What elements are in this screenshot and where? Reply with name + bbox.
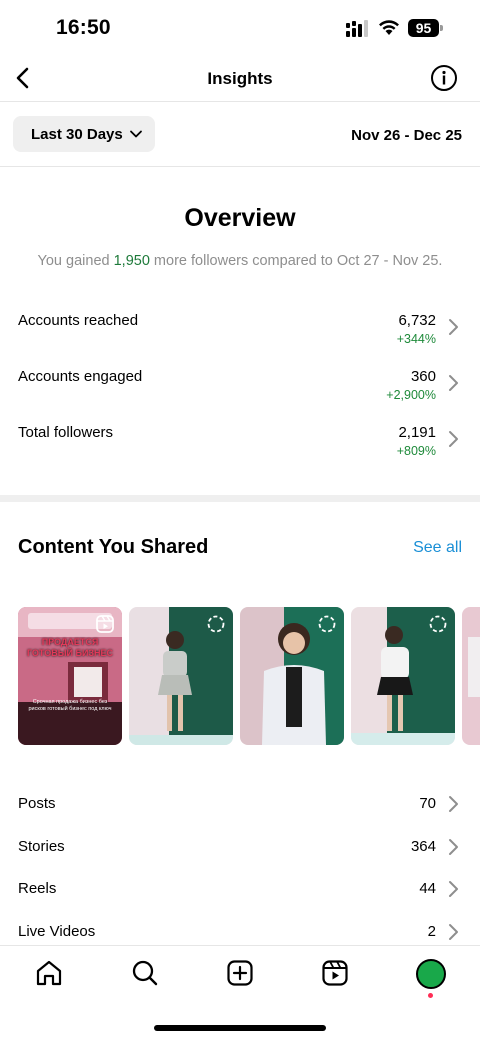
chevron-down-icon: [129, 130, 142, 138]
count-label: Live Videos: [18, 923, 96, 940]
home-icon[interactable]: [34, 958, 64, 988]
see-all-link[interactable]: See all: [413, 539, 462, 557]
wifi-icon: [379, 20, 399, 35]
page-title: Insights: [207, 69, 273, 88]
battery-tip: [440, 25, 443, 31]
bottom-tab-bar: [0, 945, 480, 1039]
chevron-right-icon: [449, 881, 458, 897]
date-range-dropdown-label: Last 30 Days: [31, 125, 123, 143]
battery-level: 95: [408, 19, 439, 37]
home-indicator: [154, 1025, 326, 1031]
promo-caption: Срочная продажа бизнес без рисков готовы…: [28, 699, 112, 712]
promo-headline: ПРОДАЕТСЯ ГОТОВЫЙ БИЗНЕС: [26, 637, 114, 658]
overview-summary-prefix: You gained: [37, 253, 114, 269]
count-value: 44: [419, 880, 436, 897]
metric-accounts-engaged[interactable]: Accounts engaged 360 +2,900%: [0, 368, 480, 408]
count-row-posts[interactable]: Posts 70: [0, 791, 480, 821]
chevron-right-icon: [449, 796, 458, 812]
story-loading-icon: [318, 615, 336, 633]
content-thumbnail-story[interactable]: [240, 607, 344, 745]
story-loading-icon: [207, 615, 225, 633]
date-range-dropdown[interactable]: Last 30 Days: [13, 116, 155, 152]
content-thumbnails: ПРОДАЕТСЯ ГОТОВЫЙ БИЗНЕС Срочная продажа…: [18, 607, 480, 745]
info-icon[interactable]: [430, 64, 458, 92]
content-thumbnail-story[interactable]: [129, 607, 233, 745]
count-row-stories[interactable]: Stories 364: [0, 834, 480, 864]
reels-icon: [96, 615, 114, 633]
status-bar: 16:50 95: [0, 0, 480, 56]
story-loading-icon: [429, 615, 447, 633]
count-value: 70: [419, 795, 436, 812]
metric-accounts-reached[interactable]: Accounts reached 6,732 +344%: [0, 312, 480, 352]
section-divider: [0, 495, 480, 502]
count-label: Posts: [18, 795, 56, 812]
status-time: 16:50: [56, 16, 111, 39]
content-shared-title: Content You Shared: [18, 536, 209, 558]
metric-label: Accounts reached: [18, 312, 139, 329]
chevron-right-icon: [449, 839, 458, 855]
battery-indicator: 95: [408, 19, 443, 37]
overview-summary-suffix: more followers compared to Oct 27 - Nov …: [149, 253, 443, 269]
count-value: 2: [427, 923, 436, 940]
chevron-right-icon: [449, 319, 458, 335]
content-thumbnail-story[interactable]: [351, 607, 455, 745]
overview-summary: You gained 1,950 more followers compared…: [0, 253, 480, 269]
chevron-right-icon: [449, 924, 458, 940]
overview-title: Overview: [184, 204, 296, 232]
metric-value: 2,191: [398, 424, 436, 441]
count-row-reels[interactable]: Reels 44: [0, 876, 480, 906]
count-label: Stories: [18, 838, 65, 855]
content-thumbnail-story[interactable]: [462, 607, 480, 745]
count-label: Reels: [18, 880, 57, 897]
metric-total-followers[interactable]: Total followers 2,191 +809%: [0, 424, 480, 464]
cellular-signal-icon: [346, 20, 368, 37]
metric-change: +2,900%: [386, 388, 436, 402]
content-thumbnail-reel[interactable]: ПРОДАЕТСЯ ГОТОВЫЙ БИЗНЕС Срочная продажа…: [18, 607, 122, 745]
create-icon[interactable]: [225, 958, 255, 988]
filter-row: Last 30 Days Nov 26 - Dec 25: [0, 103, 480, 167]
date-range-text: Nov 26 - Dec 25: [351, 127, 462, 144]
metric-change: +344%: [396, 332, 436, 346]
nav-header: Insights: [0, 56, 480, 102]
count-value: 364: [410, 838, 436, 855]
followers-gained: 1,950: [113, 253, 150, 269]
chevron-right-icon: [449, 431, 458, 447]
reels-icon[interactable]: [320, 958, 350, 988]
search-icon[interactable]: [130, 958, 160, 988]
thumbnail-image: [462, 607, 480, 745]
chevron-right-icon: [449, 375, 458, 391]
notification-dot: [428, 993, 433, 998]
metric-label: Total followers: [18, 424, 114, 441]
metric-value: 360: [410, 368, 436, 385]
profile-avatar[interactable]: [416, 959, 446, 989]
metric-change: +809%: [396, 444, 436, 458]
metric-label: Accounts engaged: [18, 368, 143, 385]
metric-value: 6,732: [398, 312, 436, 329]
